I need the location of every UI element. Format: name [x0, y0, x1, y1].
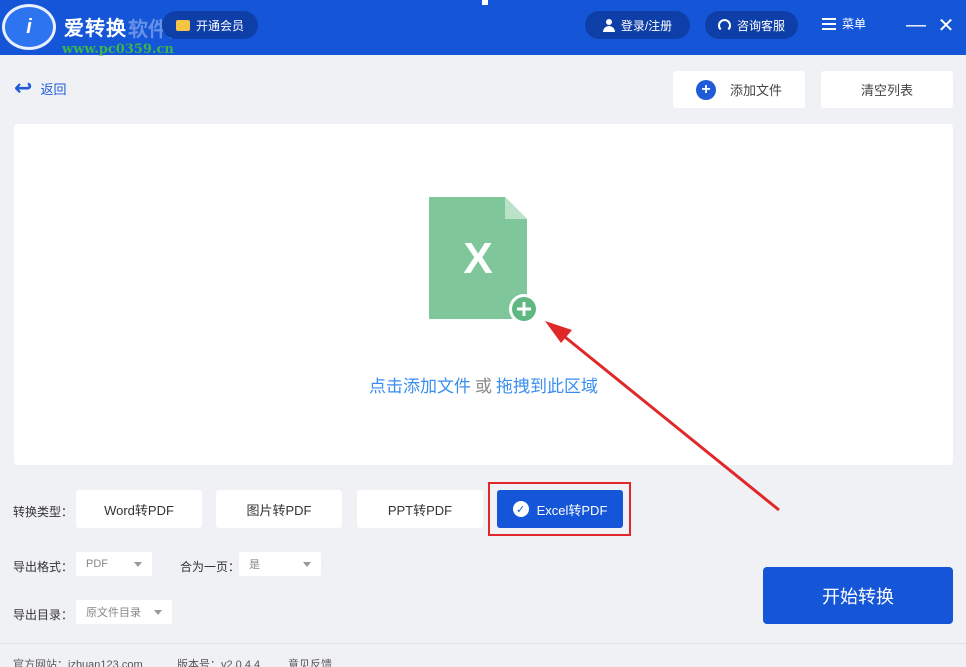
- title-bar: i 爱转换 软件园 www.pc0359.cn 开通会员 登录/注册 咨询客服 …: [0, 0, 966, 57]
- or-text: 或: [475, 377, 492, 396]
- conversion-type-label: 转换类型：: [13, 505, 74, 519]
- export-dir-select[interactable]: 原文件目录: [76, 600, 172, 624]
- excel-file-add-icon[interactable]: X: [429, 197, 553, 327]
- add-file-label: 添加文件: [729, 83, 782, 98]
- status-footer: 官方网站：izhuan123.com 版本号：v2.0.4.4 意见反馈: [0, 643, 966, 667]
- user-icon: [602, 18, 615, 32]
- menu-button[interactable]: 菜单: [822, 15, 866, 32]
- version-text: 版本号：v2.0.4.4: [177, 659, 261, 667]
- ppt-to-pdf-button[interactable]: PPT转PDF: [357, 490, 483, 528]
- back-arrow-icon: ↩: [14, 75, 33, 100]
- image-to-pdf-label: 图片转PDF: [246, 502, 312, 518]
- start-convert-label: 开始转换: [822, 586, 894, 607]
- clear-list-label: 清空列表: [860, 83, 913, 98]
- minimize-icon: —: [906, 13, 926, 36]
- ppt-to-pdf-label: PPT转PDF: [387, 502, 453, 518]
- chevron-down-icon: [134, 561, 142, 567]
- app-logo-icon: i: [2, 4, 56, 50]
- service-button[interactable]: 咨询客服: [705, 11, 798, 39]
- minimize-button[interactable]: —: [904, 12, 928, 38]
- headset-icon: [717, 18, 731, 32]
- excel-file-letter: X: [463, 234, 492, 283]
- login-label: 登录/注册: [620, 18, 673, 33]
- service-label: 咨询客服: [736, 18, 785, 33]
- feedback-link[interactable]: 意见反馈: [288, 656, 332, 667]
- click-add-link[interactable]: 点击添加文件: [369, 377, 471, 396]
- vip-button[interactable]: 开通会员: [162, 11, 258, 39]
- vip-label: 开通会员: [195, 18, 244, 33]
- export-format-select[interactable]: PDF: [76, 552, 152, 576]
- chevron-down-icon: [303, 561, 311, 567]
- app-title: 爱转换: [64, 18, 127, 40]
- export-dir-label: 导出目录：: [13, 608, 74, 622]
- export-format-label: 导出格式：: [13, 560, 74, 574]
- close-icon: ✕: [937, 14, 955, 37]
- chevron-down-icon: [154, 609, 162, 615]
- watermark-url: www.pc0359.cn: [62, 42, 174, 57]
- close-button[interactable]: ✕: [934, 12, 958, 38]
- back-button[interactable]: ↩ 返回: [14, 75, 67, 100]
- clear-list-button[interactable]: 清空列表: [821, 71, 953, 108]
- add-file-button[interactable]: + 添加文件: [673, 71, 805, 108]
- merge-page-value: 是: [249, 559, 260, 571]
- merge-page-label: 合为一页：: [180, 560, 241, 574]
- merge-page-select[interactable]: 是: [239, 552, 321, 576]
- word-to-pdf-button[interactable]: Word转PDF: [76, 490, 202, 528]
- menu-label: 菜单: [842, 17, 867, 31]
- export-dir-value: 原文件目录: [86, 607, 141, 619]
- export-format-value: PDF: [86, 558, 108, 570]
- list-menu-icon: [822, 17, 836, 30]
- start-convert-button[interactable]: 开始转换: [763, 567, 953, 624]
- drag-here-text: 拖拽到此区域: [496, 377, 598, 396]
- annotation-highlight-box: [488, 482, 631, 536]
- drop-hint: 点击添加文件或拖拽到此区域: [14, 372, 953, 397]
- official-site-link[interactable]: 官方网站：izhuan123.com: [13, 656, 143, 667]
- word-to-pdf-label: Word转PDF: [104, 502, 174, 518]
- back-label: 返回: [40, 81, 67, 97]
- image-to-pdf-button[interactable]: 图片转PDF: [216, 490, 342, 528]
- window-notch: [482, 0, 488, 5]
- crown-icon: [175, 19, 190, 31]
- file-drop-zone[interactable]: X 点击添加文件或拖拽到此区域: [14, 124, 953, 465]
- login-button[interactable]: 登录/注册: [585, 11, 690, 39]
- plus-circle-icon: +: [695, 79, 716, 100]
